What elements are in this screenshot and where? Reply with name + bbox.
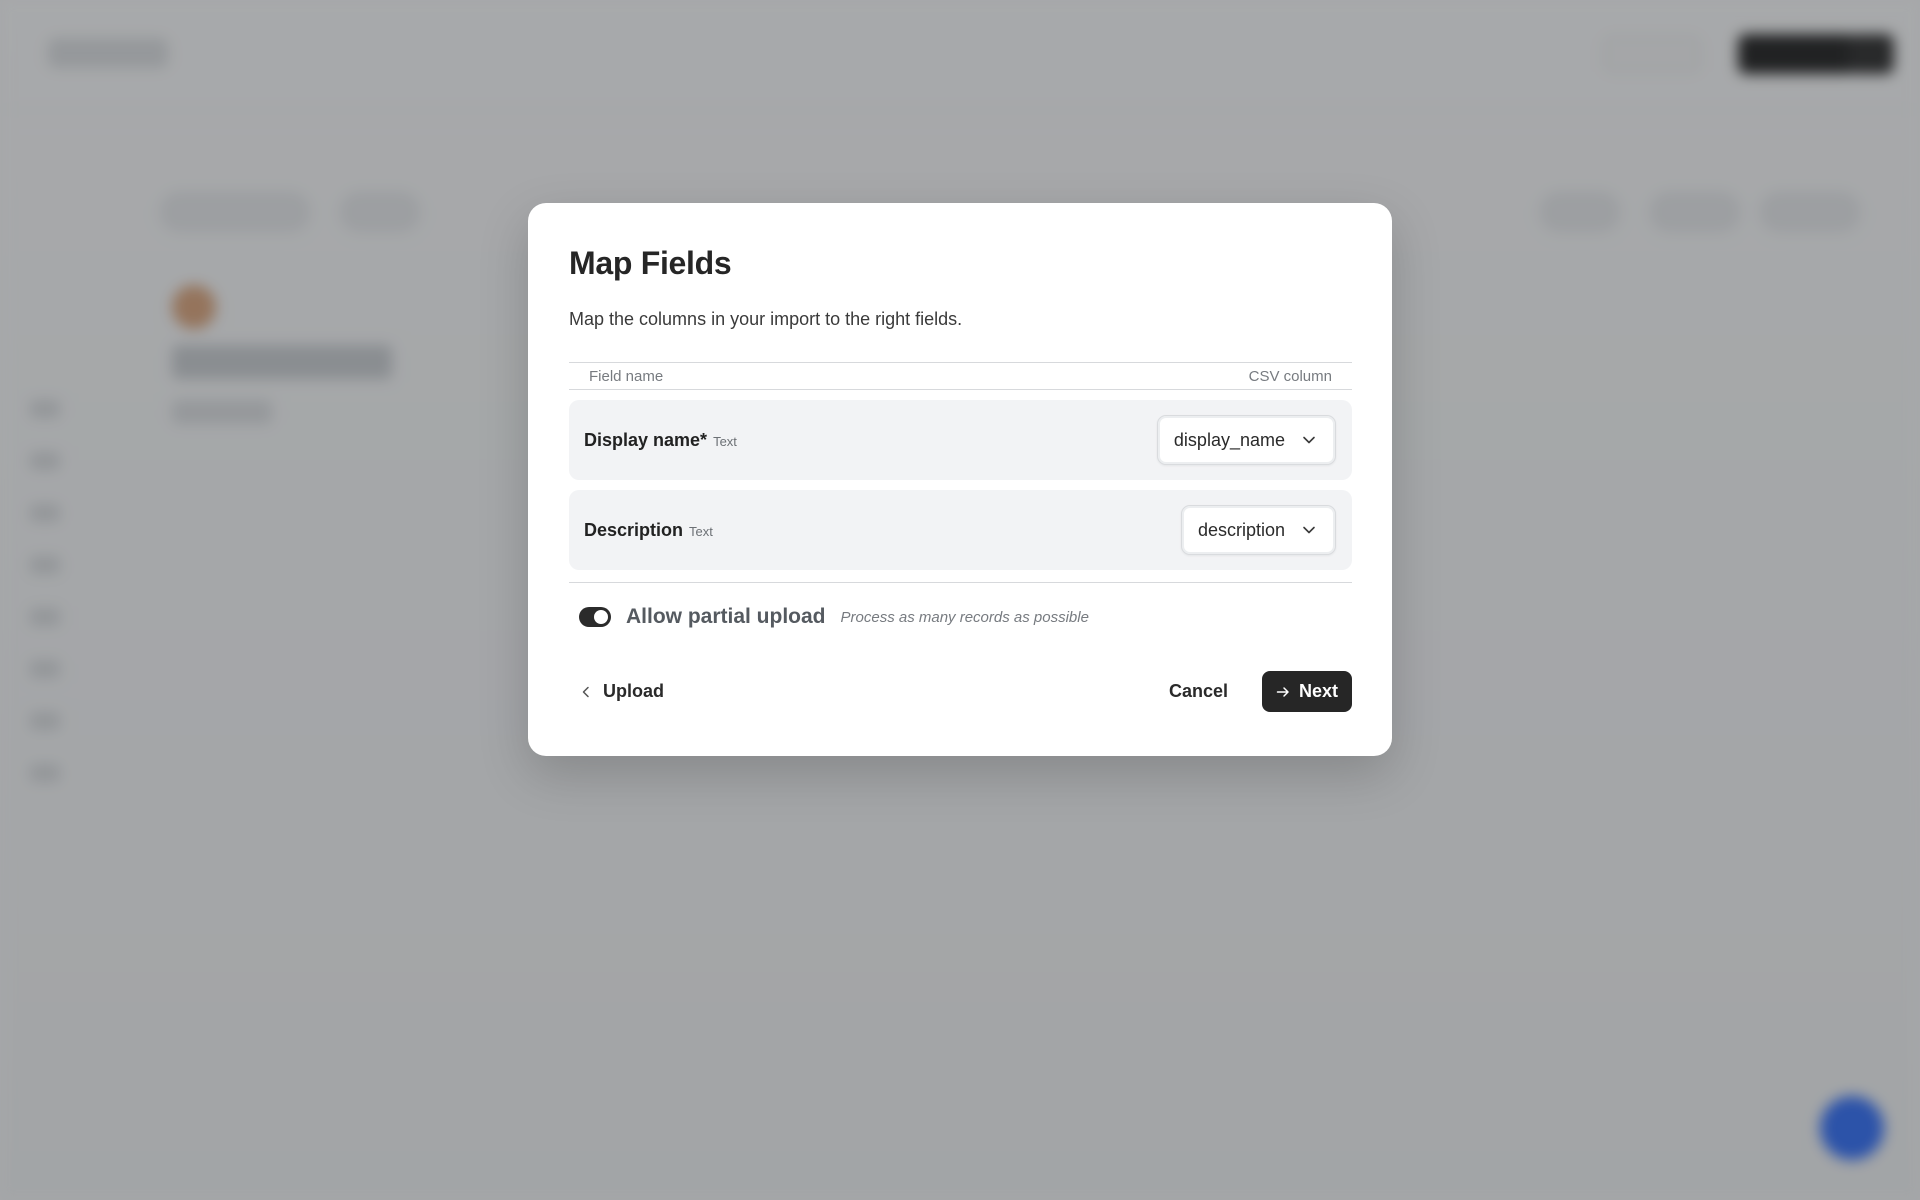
csv-column-select[interactable]: description bbox=[1180, 505, 1336, 555]
chevron-down-icon bbox=[1303, 526, 1315, 534]
mapping-row: Display name* Text display_name bbox=[569, 400, 1352, 480]
map-fields-dialog: Map Fields Map the columns in your impor… bbox=[528, 203, 1392, 756]
partial-upload-hint: Process as many records as possible bbox=[840, 608, 1089, 626]
partial-upload-toggle[interactable] bbox=[579, 607, 611, 627]
footer-actions: Cancel Next bbox=[1169, 671, 1352, 712]
field-name-column-header: Field name bbox=[589, 367, 664, 385]
cancel-button[interactable]: Cancel bbox=[1169, 681, 1228, 702]
dialog-title: Map Fields bbox=[569, 245, 732, 281]
partial-upload-option: Allow partial upload Process as many rec… bbox=[569, 605, 1352, 629]
field-name: Display name* bbox=[584, 429, 708, 450]
selected-column-value: description bbox=[1197, 519, 1285, 540]
next-button-label: Next bbox=[1298, 681, 1338, 701]
divider bbox=[569, 582, 1352, 583]
field-type: Text bbox=[713, 433, 737, 449]
next-button[interactable]: Next bbox=[1261, 671, 1352, 712]
arrow-right-icon bbox=[1276, 686, 1289, 697]
partial-upload-label: Allow partial upload bbox=[626, 605, 826, 628]
chevron-left-icon bbox=[582, 686, 589, 697]
field-name: Description bbox=[584, 519, 684, 540]
back-button-label: Upload bbox=[603, 681, 664, 701]
csv-column-select[interactable]: display_name bbox=[1156, 415, 1336, 465]
toggle-knob bbox=[594, 610, 608, 624]
field-label: Display name* Text bbox=[584, 430, 737, 451]
dialog-footer: Upload Cancel Next bbox=[569, 671, 1352, 712]
csv-column-header: CSV column bbox=[1248, 367, 1332, 385]
dialog-subtitle: Map the columns in your import to the ri… bbox=[569, 309, 963, 329]
back-to-upload-button[interactable]: Upload bbox=[569, 672, 674, 712]
mapping-table-header: Field name CSV column bbox=[569, 362, 1352, 390]
mapping-row: Description Text description bbox=[569, 490, 1352, 570]
field-type: Text bbox=[689, 523, 713, 539]
field-label: Description Text bbox=[584, 520, 713, 541]
chevron-down-icon bbox=[1303, 436, 1315, 444]
selected-column-value: display_name bbox=[1173, 429, 1285, 450]
